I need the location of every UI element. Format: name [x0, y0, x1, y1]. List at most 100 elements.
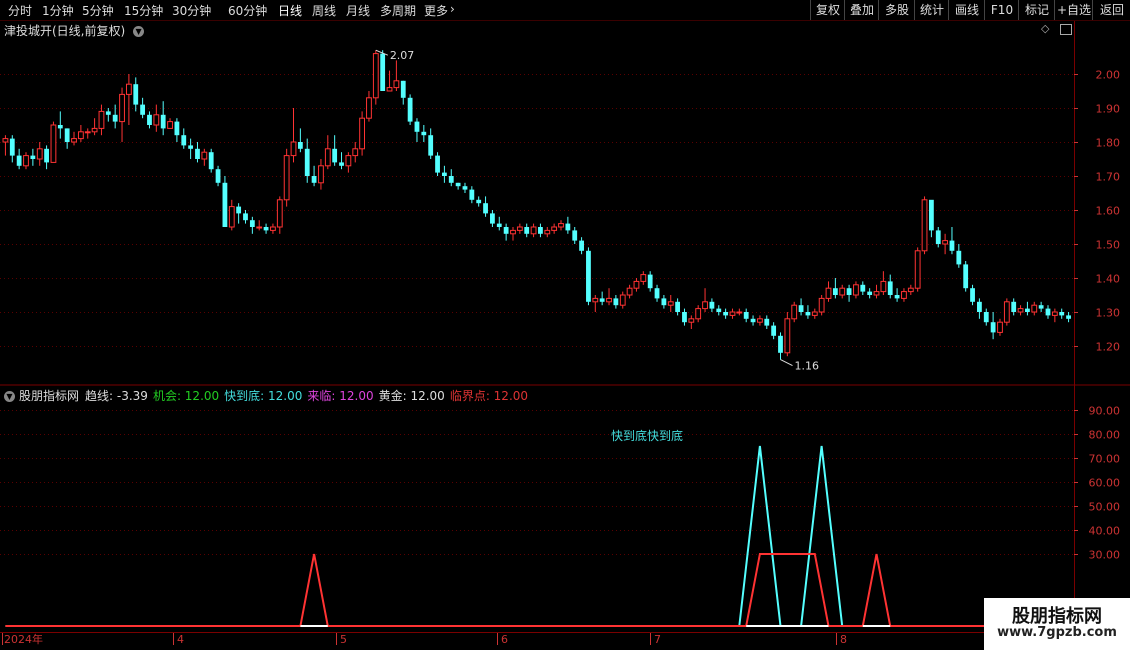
candle-body	[928, 199, 934, 231]
chevron-down-icon[interactable]: ▼	[4, 391, 15, 402]
candle-body	[256, 226, 263, 229]
candle-body	[36, 148, 43, 160]
candle-body	[764, 318, 770, 326]
candle-body	[729, 311, 736, 316]
candle-body	[228, 206, 235, 228]
price-tick-label: 1.70	[1096, 171, 1121, 184]
candle-body	[112, 114, 118, 122]
candle-body	[393, 80, 400, 89]
candle-body	[949, 240, 955, 251]
toolbar-button-7[interactable]: +自选	[1054, 0, 1093, 20]
period-2[interactable]: 5分钟	[82, 2, 114, 19]
stock-title: 津投城开(日线,前复权) ▼	[4, 22, 145, 39]
period-0[interactable]: 分时	[8, 2, 32, 19]
candle-body	[324, 148, 331, 167]
candle-body	[276, 199, 283, 228]
candle-body	[455, 182, 461, 187]
toolbar-button-2[interactable]: 多股	[878, 0, 915, 20]
indicator-series-1	[5, 553, 1130, 627]
candle-body	[133, 84, 139, 105]
candle-body	[839, 287, 846, 296]
x-axis-month-label: 8	[840, 633, 847, 646]
period-3[interactable]: 15分钟	[124, 2, 163, 19]
price-tick-label: 1.90	[1096, 103, 1121, 116]
candle-body	[208, 152, 214, 170]
candle-body	[791, 304, 798, 320]
period-5[interactable]: 60分钟	[228, 2, 267, 19]
diamond-icon[interactable]: ◇	[1041, 22, 1049, 35]
x-axis-year-label: 2024年	[4, 632, 43, 646]
candle-body	[283, 155, 290, 201]
candle-body	[9, 138, 15, 156]
toolbar-button-3[interactable]: 统计	[914, 0, 949, 20]
candle-body	[1045, 308, 1051, 316]
candle-body	[921, 199, 928, 252]
candle-body	[105, 111, 111, 115]
candle-body	[414, 121, 420, 132]
candle-body	[201, 151, 208, 160]
candle-body	[153, 114, 160, 126]
toolbar-button-0[interactable]: 复权	[810, 0, 845, 20]
price-tick-label: 1.20	[1096, 341, 1121, 354]
period-toolbar: 分时 1分钟 5分钟 15分钟 30分钟 60分钟 日线 周线 月线 多周期 更多 › 复权 叠加 多股 统计…	[0, 0, 1130, 21]
candle-body	[1003, 301, 1010, 323]
toolbar-button-1[interactable]: 叠加	[844, 0, 879, 20]
period-10[interactable]: 更多	[424, 2, 448, 19]
candle-body	[304, 148, 310, 176]
candle-body	[516, 226, 523, 231]
candle-body	[832, 288, 838, 295]
window-toggle-icon[interactable]	[1060, 24, 1072, 35]
candle-body	[942, 240, 949, 245]
toolbar-button-6[interactable]: 标记	[1018, 0, 1055, 20]
high-marker-label: 2.07	[390, 49, 415, 62]
candle-body	[675, 301, 681, 312]
x-axis-month-label: 7	[654, 633, 661, 646]
candle-body	[963, 264, 969, 289]
candle-body	[818, 297, 825, 313]
candle-body	[1051, 311, 1058, 316]
candle-body	[530, 226, 537, 235]
low-marker-label: 1.16	[794, 360, 819, 373]
chevron-right-icon[interactable]: ›	[450, 2, 455, 16]
candle-body	[723, 312, 729, 316]
candle-body	[579, 240, 584, 251]
candle-body	[1017, 308, 1024, 313]
candle-body	[1031, 304, 1038, 313]
watermark-url: www.7gpzb.com	[997, 625, 1117, 640]
candle-body	[352, 148, 359, 157]
candle-body	[490, 213, 495, 224]
indicator-item-3: 来临: 12.00	[307, 389, 374, 403]
period-6[interactable]: 日线	[278, 2, 302, 19]
candle-body	[270, 226, 276, 231]
candle-body	[811, 311, 818, 316]
candle-body	[702, 301, 708, 310]
candle-body	[496, 223, 502, 227]
candle-body	[544, 229, 551, 235]
period-7[interactable]: 周线	[312, 2, 336, 19]
candle-body	[435, 155, 440, 173]
toolbar-button-8[interactable]: 返回	[1092, 0, 1130, 20]
candle-body	[1038, 305, 1044, 309]
period-4[interactable]: 30分钟	[172, 2, 211, 19]
candle-body	[880, 280, 887, 293]
toolbar-button-5[interactable]: F10	[984, 0, 1019, 20]
period-1[interactable]: 1分钟	[42, 2, 74, 19]
candle-body	[50, 124, 57, 163]
candle-body	[160, 114, 166, 129]
candle-body	[606, 297, 612, 303]
price-tick-label: 1.30	[1096, 307, 1121, 320]
indicator-tick-label: 40.00	[1089, 525, 1121, 538]
candle-body	[778, 335, 783, 353]
period-9[interactable]: 多周期	[380, 2, 416, 19]
candle-body	[407, 97, 413, 122]
low-marker-line	[780, 359, 793, 367]
candle-body	[71, 138, 77, 143]
chevron-down-icon[interactable]: ▼	[133, 26, 145, 37]
price-tick-label: 1.80	[1096, 137, 1121, 150]
candle-body	[181, 135, 187, 146]
period-8[interactable]: 月线	[346, 2, 370, 19]
indicator-tick-label: 90.00	[1089, 405, 1121, 418]
candle-body	[1066, 315, 1071, 319]
toolbar-button-4[interactable]: 画线	[948, 0, 985, 20]
x-axis-month-label: 6	[501, 633, 508, 646]
